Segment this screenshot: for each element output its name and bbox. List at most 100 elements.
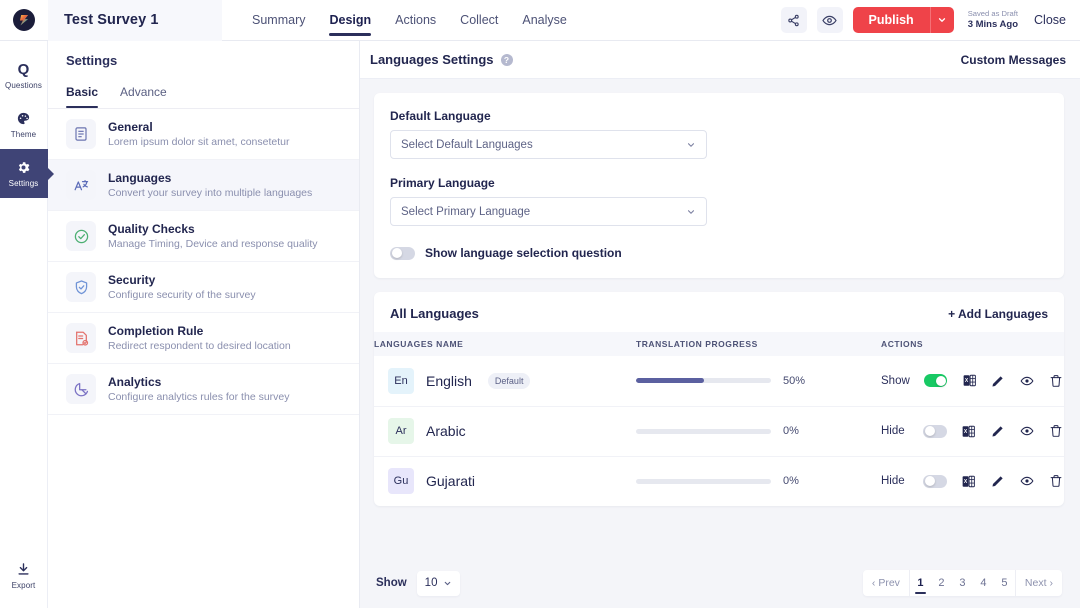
translation-progress-cell: 0%: [636, 456, 881, 506]
trash-icon[interactable]: [1049, 473, 1064, 489]
rail-item-theme[interactable]: Theme: [0, 100, 48, 149]
settings-item-completion-rule[interactable]: Completion Rule Redirect respondent to d…: [48, 313, 359, 364]
translate-icon: [66, 170, 96, 200]
tab-summary[interactable]: Summary: [252, 0, 305, 41]
actions-cell: Show X: [881, 356, 1064, 407]
settings-heading: Settings: [66, 52, 118, 68]
eye-icon[interactable]: [1020, 473, 1035, 489]
tab-collect[interactable]: Collect: [460, 0, 498, 41]
settings-panel: Settings Basic Advance General Lorem ips…: [48, 41, 360, 608]
chevron-left-icon: ‹: [871, 577, 876, 589]
publish-button[interactable]: Publish: [852, 7, 930, 33]
table-header-row: Languages Name Translation Progress Acti…: [374, 332, 1064, 356]
document-icon: [66, 119, 96, 149]
rail-item-questions[interactable]: Q Questions: [0, 51, 48, 100]
subtab-basic[interactable]: Basic: [66, 79, 99, 108]
settings-item-desc: Lorem ipsum dolor sit amet, consetetur: [108, 136, 290, 148]
settings-item-general[interactable]: General Lorem ipsum dolor sit amet, cons…: [48, 109, 359, 160]
survey-title-container: Test Survey 1: [48, 0, 222, 41]
eye-glyph: [1020, 477, 1034, 486]
settings-item-text: Analytics Configure analytics rules for …: [108, 375, 290, 403]
settings-item-analytics[interactable]: Analytics Configure analytics rules for …: [48, 364, 359, 415]
trash-glyph: [1050, 425, 1062, 437]
column-header-languages-name: Languages Name: [374, 332, 636, 356]
show-language-question-toggle[interactable]: [390, 246, 415, 260]
pagination-page-3[interactable]: 3: [952, 570, 973, 596]
pagination-page-4[interactable]: 4: [973, 570, 994, 596]
settings-item-title: General: [108, 120, 153, 134]
page-size-select[interactable]: 10: [416, 570, 461, 596]
eye-icon[interactable]: [1020, 423, 1035, 439]
settings-panel-header: Settings: [48, 41, 359, 79]
settings-item-desc: Redirect respondent to desired location: [108, 340, 291, 352]
chevron-down-icon: [686, 207, 696, 217]
eye-icon[interactable]: [1020, 373, 1035, 389]
add-languages-button[interactable]: + Add Languages: [948, 307, 1048, 321]
close-button[interactable]: Close: [1034, 13, 1066, 27]
actions-cell: Hide X: [881, 456, 1064, 506]
tab-analyse[interactable]: Analyse: [522, 0, 566, 41]
visibility-toggle[interactable]: [923, 374, 948, 388]
edit-pencil-icon[interactable]: [990, 473, 1005, 489]
primary-language-select[interactable]: Select Primary Language: [390, 197, 707, 226]
table-row: En English Default 50% Show X: [374, 356, 1064, 407]
trash-icon[interactable]: [1049, 373, 1064, 389]
save-status: Saved as Draft 3 Mins Ago: [968, 9, 1018, 30]
excel-export-icon[interactable]: X: [961, 373, 976, 389]
excel-export-glyph: X: [962, 475, 976, 487]
visibility-toggle[interactable]: [923, 424, 948, 438]
publish-dropdown-button[interactable]: [929, 7, 954, 33]
check-circle-icon: [66, 221, 96, 251]
language-name-cell: En English Default: [374, 356, 636, 407]
visibility-toggle[interactable]: [923, 474, 948, 488]
top-bar: Test Survey 1 Summary Design Actions Col…: [0, 0, 1080, 41]
pagination-page-1[interactable]: 1: [910, 570, 931, 596]
logo-container[interactable]: [0, 9, 48, 31]
edit-pencil-glyph: [992, 476, 1003, 487]
app-body: Q Questions Theme Settings Export Settin…: [0, 41, 1080, 608]
help-circle-icon[interactable]: ?: [500, 53, 513, 66]
custom-messages-button[interactable]: Custom Messages: [961, 53, 1066, 67]
settings-item-languages[interactable]: Languages Convert your survey into multi…: [48, 160, 359, 211]
language-name-group: Ar Arabic: [388, 418, 636, 444]
default-badge: Default: [487, 372, 531, 389]
table-footer: Show 10 ‹ Prev 1 2 3 4 5 Next ›: [360, 558, 1080, 608]
settings-item-text: Security Configure security of the surve…: [108, 273, 256, 301]
show-label: Show: [376, 577, 407, 589]
translation-progress-cell: 50%: [636, 356, 881, 407]
language-settings-form: Default Language Select Default Language…: [374, 93, 1064, 278]
edit-pencil-icon[interactable]: [990, 423, 1005, 439]
excel-export-icon[interactable]: X: [961, 423, 976, 439]
form-spacer: [390, 159, 1048, 176]
pagination-prev[interactable]: ‹ Prev: [863, 570, 910, 596]
default-language-select[interactable]: Select Default Languages: [390, 130, 707, 159]
palette-icon: [16, 110, 31, 127]
rail-item-label: Theme: [10, 130, 37, 139]
pagination-next[interactable]: Next ›: [1014, 570, 1062, 596]
language-code-badge: Gu: [388, 468, 414, 495]
rail-item-settings[interactable]: Settings: [0, 149, 48, 198]
excel-export-icon[interactable]: X: [961, 473, 976, 489]
subtab-advance[interactable]: Advance: [120, 79, 167, 108]
pie-chart-icon: [66, 374, 96, 404]
pagination-page-2[interactable]: 2: [931, 570, 952, 596]
default-language-value: Select Default Languages: [401, 138, 533, 151]
preview-button[interactable]: [816, 7, 843, 33]
tab-design[interactable]: Design: [329, 0, 371, 41]
progress-percent: 0%: [783, 475, 799, 488]
edit-pencil-glyph: [992, 376, 1003, 387]
pagination-page-5[interactable]: 5: [994, 570, 1015, 596]
trash-icon[interactable]: [1049, 423, 1064, 439]
progress-percent: 0%: [783, 425, 799, 437]
share-button[interactable]: [780, 7, 807, 33]
settings-item-quality-checks[interactable]: Quality Checks Manage Timing, Device and…: [48, 211, 359, 262]
edit-pencil-icon[interactable]: [991, 373, 1006, 389]
tab-actions[interactable]: Actions: [395, 0, 436, 41]
rail-item-export[interactable]: Export: [0, 551, 48, 600]
eye-glyph: [1020, 426, 1034, 436]
visibility-label: Show: [881, 374, 910, 387]
actions-group: Hide X: [881, 473, 1064, 489]
chevron-right-icon: ›: [1049, 577, 1054, 589]
settings-item-security[interactable]: Security Configure security of the surve…: [48, 262, 359, 313]
main-tabs: Summary Design Actions Collect Analyse: [252, 0, 567, 41]
